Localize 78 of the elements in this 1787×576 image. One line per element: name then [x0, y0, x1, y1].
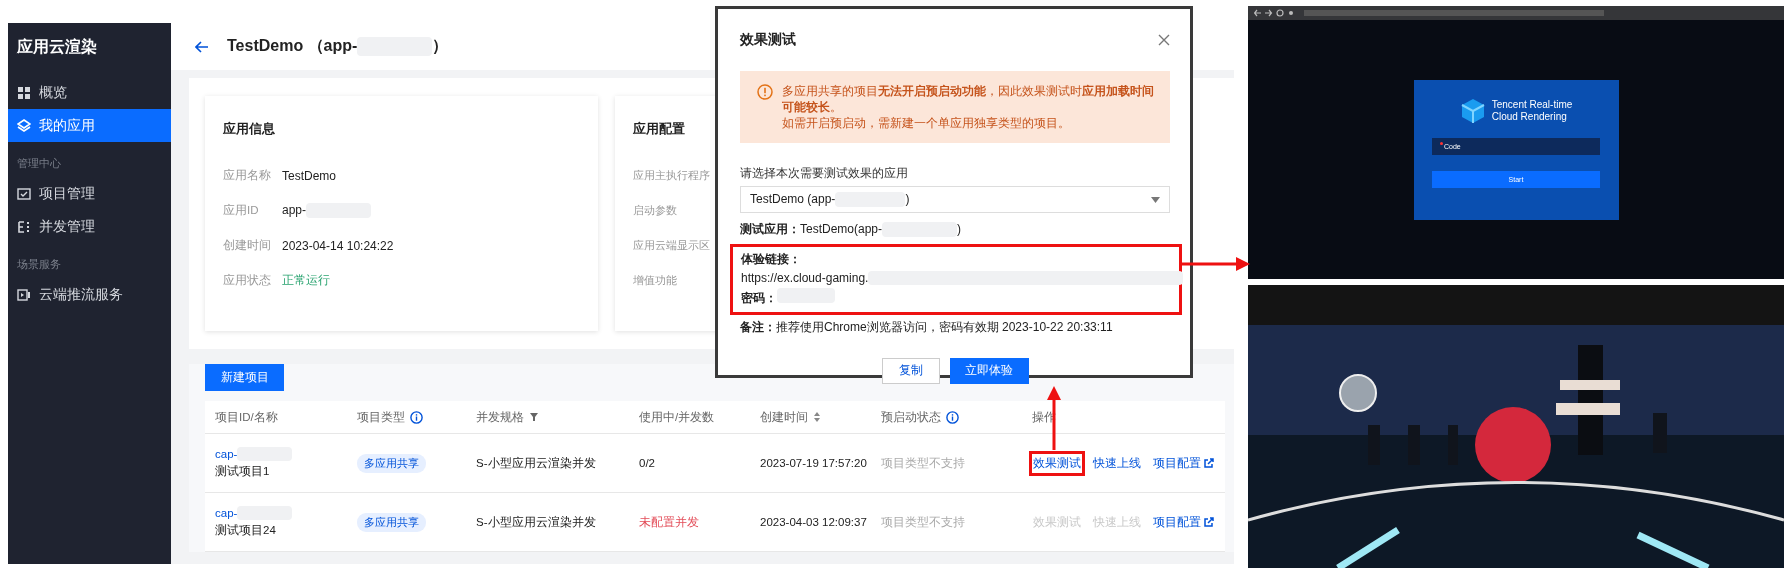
caret-icon: [1151, 196, 1160, 203]
info-icon: [946, 410, 959, 424]
column-header: 使用中/并发数: [639, 409, 715, 425]
table-cell: 2023-07-19 17:57:20: [760, 457, 867, 469]
field-value: 2023-04-14 10:24:22: [282, 238, 394, 253]
field-label: 启动参数: [633, 203, 677, 218]
sidebar-item[interactable]: 并发管理: [8, 210, 171, 243]
column-header: 并发规格: [476, 409, 524, 425]
action-link[interactable]: 快速上线: [1092, 453, 1142, 473]
table-cell: 项目类型不支持: [881, 455, 965, 471]
grid-icon: [17, 85, 31, 100]
browser-nav-icon: [1254, 9, 1294, 17]
back-arrow-icon: [195, 40, 209, 53]
type-tag: 多应用共享: [357, 453, 426, 473]
field-label: 应用状态: [223, 273, 272, 288]
filter-icon: [529, 412, 539, 422]
info-icon: [410, 410, 423, 424]
field-value: TestDemo(app-: [800, 222, 883, 237]
field-label: 应用名称: [223, 168, 272, 183]
table-cell: S-小型应用云渲染并发: [476, 514, 596, 530]
sort-icon: [813, 412, 821, 422]
card-title: 应用配置: [633, 120, 685, 138]
page-title: ）: [432, 36, 449, 56]
field-label: 密码：: [741, 291, 777, 306]
field-label: 创建时间: [223, 238, 272, 253]
sidebar-item[interactable]: 云端推流服务: [8, 278, 171, 311]
new-project-button[interactable]: 新建项目: [205, 364, 284, 391]
external-link-icon: [1204, 458, 1214, 468]
field-label: 应用ID: [223, 203, 260, 218]
external-link-icon: [1204, 517, 1214, 527]
action-link[interactable]: 效果测试: [1032, 453, 1082, 473]
warning-text: 多应用共享的项目无法开启预启动功能，因此效果测试时应用加载时间可能较长。: [782, 83, 1155, 115]
field-label: 应用主执行程序: [633, 168, 710, 183]
field-label: 请选择本次需要测试效果的应用: [740, 165, 909, 182]
video-icon: [17, 287, 31, 302]
project-name: 测试项目24: [215, 522, 276, 538]
cube-logo-icon: [1459, 97, 1486, 124]
table-cell: S-小型应用云渲染并发: [476, 455, 596, 471]
field-label: 体验链接：: [741, 251, 802, 268]
dialog-title: 效果测试: [740, 31, 796, 49]
checked-folder-icon: [17, 186, 31, 201]
column-header: 项目ID/名称: [215, 409, 278, 425]
field-value: TestDemo: [282, 168, 337, 183]
field-value: app-: [282, 203, 307, 218]
field-label: 增值功能: [633, 273, 677, 288]
column-header: 预启动状态: [881, 409, 941, 425]
close-icon: [1158, 34, 1170, 46]
sidebar-heading: 管理中心: [16, 156, 62, 171]
try-now-button[interactable]: 立即体验: [949, 357, 1029, 384]
table-cell: 2023-04-03 12:09:37: [760, 516, 867, 528]
layers-icon: [17, 118, 31, 133]
project-name: 测试项目1: [215, 463, 270, 479]
warning-icon: [757, 84, 773, 100]
note-text: 备注：推荐使用Chrome浏览器访问，密码有效期 2023-10-22 20:33:11: [740, 318, 1114, 336]
logo-text: Tencent Real-time Cloud Rendering: [1491, 98, 1573, 123]
column-header: 项目类型: [357, 409, 405, 425]
type-tag: 多应用共享: [357, 512, 426, 532]
table-cell: 0/2: [639, 457, 655, 469]
sidebar-item[interactable]: 我的应用: [8, 109, 171, 142]
action-link[interactable]: 项目配置: [1152, 512, 1215, 532]
app-select[interactable]: TestDemo (app- ): [740, 186, 1170, 213]
sidebar-title: 应用云渲染: [16, 37, 98, 57]
table-cell: 未配置并发: [639, 514, 699, 530]
warning-text: 如需开启预启动，需新建一个单应用独享类型的项目。: [782, 116, 1071, 131]
column-header: 创建时间: [760, 409, 808, 425]
field-label: 测试应用：: [740, 221, 800, 238]
sidebar-heading: 场景服务: [16, 257, 62, 272]
table-cell: 项目类型不支持: [881, 514, 965, 530]
page-title: TestDemo （app-: [227, 36, 358, 56]
sidebar-item[interactable]: 项目管理: [8, 177, 171, 210]
copy-button[interactable]: 复制: [881, 357, 940, 384]
card-title: 应用信息: [223, 120, 275, 138]
action-link[interactable]: 项目配置: [1152, 453, 1215, 473]
field-value: ): [957, 222, 962, 237]
sidebar-item[interactable]: 概览: [8, 76, 171, 109]
field-label: 应用云端显示区: [633, 238, 710, 253]
list-icon: [17, 219, 31, 234]
status-text: 正常运行: [282, 272, 330, 289]
